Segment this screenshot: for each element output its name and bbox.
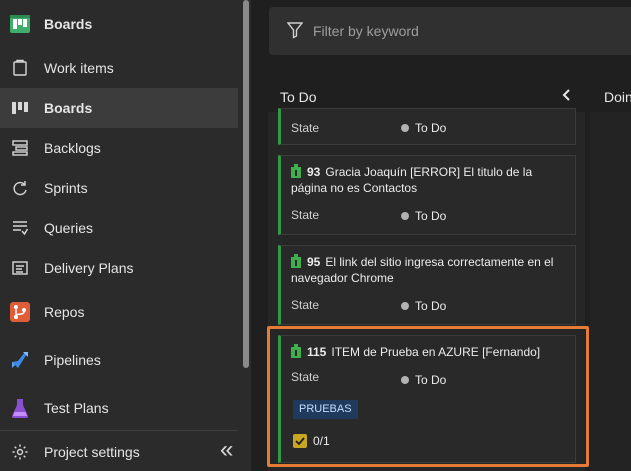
state-dot <box>401 212 409 220</box>
doing-column <box>590 112 631 471</box>
sidebar-item-test-plans[interactable]: Test Plans <box>0 388 238 428</box>
repos-icon <box>8 300 32 324</box>
card-state[interactable]: To Do <box>401 121 446 135</box>
project-settings[interactable]: Project settings <box>0 432 238 471</box>
sidebar-divider <box>0 430 238 431</box>
sidebar-item-repos[interactable]: Repos <box>0 292 238 332</box>
filter-icon <box>286 21 304 44</box>
work-item-card[interactable]: State To Do <box>278 108 576 145</box>
card-title-text: Gracia Joaquín [ERROR] El titulo de la p… <box>291 165 533 195</box>
work-items-icon <box>8 56 32 80</box>
project-settings-label: Project settings <box>44 444 140 460</box>
sidebar-item-label: Delivery Plans <box>44 260 134 276</box>
backlogs-icon <box>8 136 32 160</box>
card-state[interactable]: To Do <box>401 299 446 313</box>
card-state-value: To Do <box>415 209 447 223</box>
sidebar: Boards Work items Boards Backlogs Sprint… <box>0 0 251 471</box>
collapse-column-icon[interactable] <box>562 88 572 107</box>
sidebar-item-label: Work items <box>44 60 114 76</box>
card-field-label: State <box>291 298 320 312</box>
selection-highlight <box>267 326 589 467</box>
sidebar-item-label: Boards <box>44 100 93 116</box>
sidebar-item-pipelines[interactable]: Pipelines <box>0 340 238 380</box>
column-header-todo[interactable]: To Do <box>280 89 317 105</box>
sidebar-item-sprints[interactable]: Sprints <box>0 168 238 208</box>
sidebar-item-backlogs[interactable]: Backlogs <box>0 128 238 168</box>
queries-icon <box>8 216 32 240</box>
card-field-label: State <box>291 121 320 135</box>
collapse-sidebar-icon[interactable]: « <box>220 436 233 464</box>
sidebar-item-label: Test Plans <box>44 400 109 416</box>
card-state-value: To Do <box>415 299 447 313</box>
card-state[interactable]: To Do <box>401 209 446 223</box>
card-title-text: El link del sitio ingresa correctamente … <box>291 255 554 285</box>
card-title[interactable]: 93 Gracia Joaquín [ERROR] El titulo de la… <box>291 164 571 196</box>
test-plans-icon <box>8 396 32 420</box>
sidebar-item-work-items[interactable]: Work items <box>0 48 238 88</box>
card-title[interactable]: 95 El link del sitio ingresa correctament… <box>291 254 571 286</box>
sidebar-item-label: Queries <box>44 220 94 236</box>
sidebar-item-label: Repos <box>44 304 85 320</box>
sidebar-scrollbar[interactable] <box>243 0 249 368</box>
delivery-plans-icon <box>8 256 32 280</box>
sprints-icon <box>8 176 32 200</box>
product-backlog-item-icon <box>291 254 301 268</box>
gear-icon <box>8 440 32 464</box>
section-title: Boards <box>44 16 93 32</box>
filter-bar[interactable]: Filter by keyword <box>269 7 631 55</box>
sidebar-item-queries[interactable]: Queries <box>0 208 238 248</box>
boards-icon <box>8 96 32 120</box>
work-item-card[interactable]: 93 Gracia Joaquín [ERROR] El titulo de la… <box>278 155 576 235</box>
work-item-card[interactable]: 95 El link del sitio ingresa correctament… <box>278 245 576 325</box>
card-field-label: State <box>291 208 320 222</box>
card-id: 95 <box>307 255 321 269</box>
sidebar-item-delivery-plans[interactable]: Delivery Plans <box>0 248 238 288</box>
product-backlog-item-icon <box>291 164 301 178</box>
sidebar-item-label: Sprints <box>44 180 88 196</box>
card-state-value: To Do <box>415 121 447 135</box>
sidebar-item-label: Pipelines <box>44 352 101 368</box>
board-area: Filter by keyword To Do Doing State To D… <box>251 0 631 471</box>
column-header-doing[interactable]: Doing <box>604 89 631 105</box>
boards-header[interactable]: Boards <box>0 4 238 44</box>
card-id: 93 <box>307 165 321 179</box>
sidebar-item-label: Backlogs <box>44 140 101 156</box>
state-dot <box>401 302 409 310</box>
filter-placeholder: Filter by keyword <box>313 23 419 39</box>
sidebar-item-boards[interactable]: Boards <box>0 88 238 128</box>
state-dot <box>401 124 409 132</box>
pipelines-icon <box>8 348 32 372</box>
boards-logo-icon <box>8 12 32 36</box>
